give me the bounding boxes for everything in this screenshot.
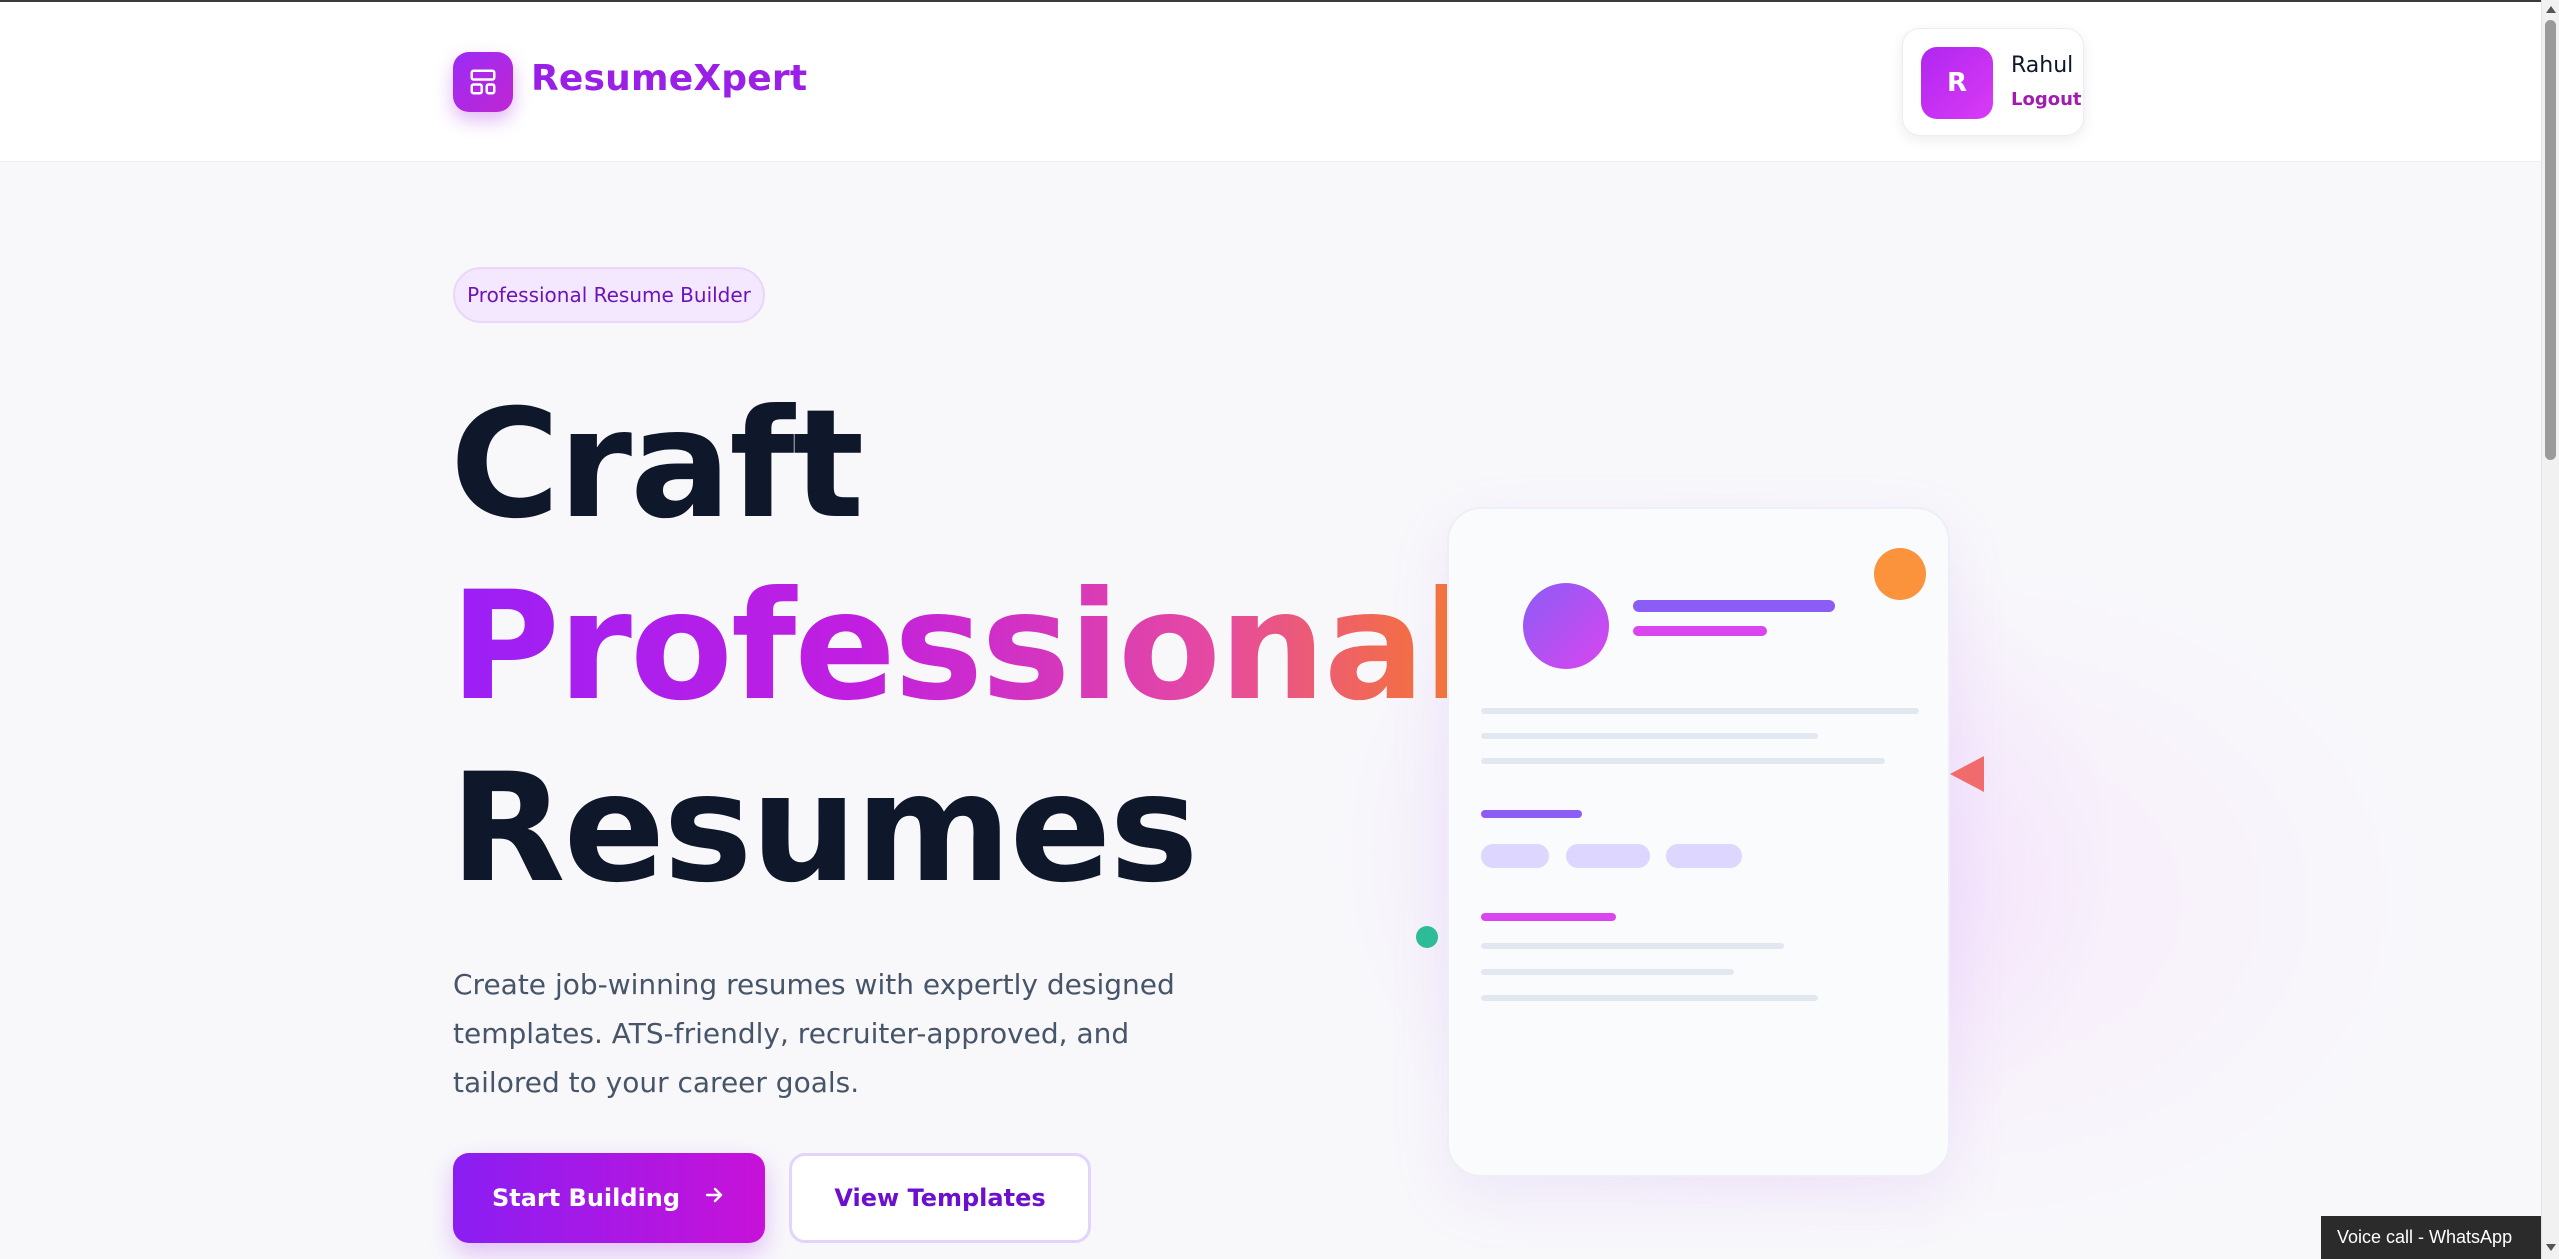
scroll-up-arrow-icon[interactable]: [2546, 6, 2556, 13]
name-placeholder-line: [1633, 600, 1835, 612]
scrollbar-thumb[interactable]: [2545, 20, 2556, 460]
summary-line: [1481, 758, 1885, 764]
page: ResumeXpert R Rahul Logout Professional …: [0, 0, 2541, 1259]
hero-badge: Professional Resume Builder: [453, 267, 765, 323]
logo-icon[interactable]: [453, 52, 513, 112]
summary-line: [1481, 708, 1919, 714]
skill-chip: [1666, 844, 1742, 868]
skill-chip: [1566, 844, 1650, 868]
headline-line-3: Resumes: [450, 742, 1199, 916]
experience-line: [1481, 969, 1734, 975]
resume-preview-illustration: [1447, 507, 1950, 1177]
decorative-circle: [1874, 548, 1926, 600]
title-placeholder-line: [1633, 626, 1767, 636]
decorative-triangle: [1950, 756, 1984, 792]
hero-description: Create job-winning resumes with expertly…: [453, 968, 1175, 1099]
experience-heading-line: [1481, 913, 1616, 921]
taskbar-toast[interactable]: Voice call - WhatsApp: [2321, 1216, 2541, 1259]
decorative-dot: [1416, 926, 1438, 948]
user-menu: R Rahul Logout: [1902, 28, 2084, 136]
skill-chip: [1481, 844, 1549, 868]
scroll-down-arrow-icon[interactable]: [2546, 1244, 2556, 1251]
logout-link[interactable]: Logout: [2011, 89, 2082, 110]
resume-photo-placeholder: [1523, 583, 1609, 669]
user-name: Rahul: [2011, 53, 2074, 78]
skills-heading-line: [1481, 810, 1582, 818]
vertical-scrollbar[interactable]: [2541, 0, 2559, 1259]
top-navbar: ResumeXpert R Rahul Logout: [0, 2, 2541, 162]
headline-line-1: Craft: [450, 378, 864, 552]
start-building-label: Start Building: [491, 1184, 681, 1212]
experience-line: [1481, 995, 1818, 1001]
view-templates-button[interactable]: View Templates: [789, 1153, 1091, 1243]
brand-name[interactable]: ResumeXpert: [531, 58, 807, 99]
summary-line: [1481, 733, 1818, 739]
arrow-right-icon: [702, 1183, 726, 1213]
experience-line: [1481, 943, 1784, 949]
headline-line-2: Professional: [450, 560, 1474, 734]
start-building-button[interactable]: Start Building: [453, 1153, 765, 1243]
avatar[interactable]: R: [1921, 47, 1993, 119]
